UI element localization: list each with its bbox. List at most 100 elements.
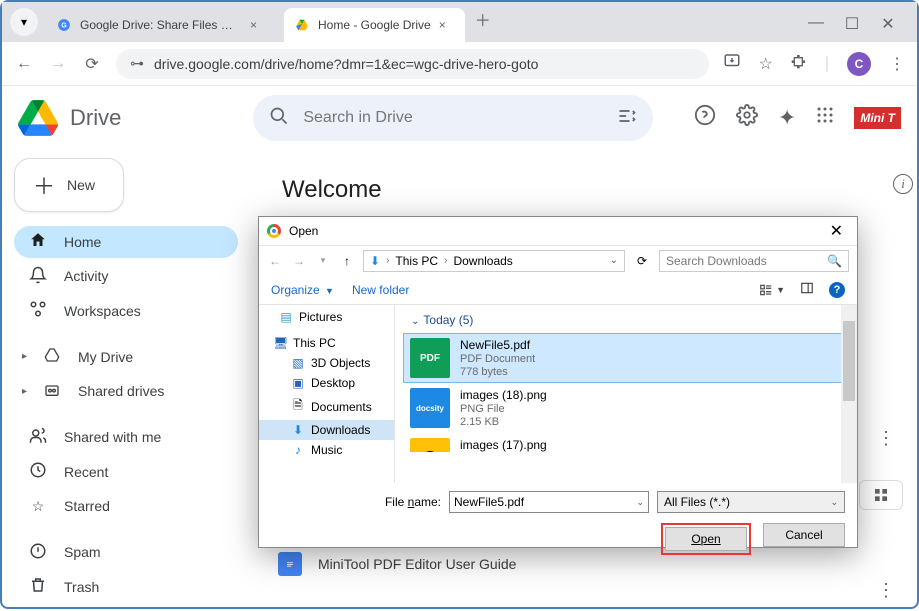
tab-label: Google Drive: Share Files Onlin bbox=[80, 18, 242, 32]
bookmark-icon[interactable]: ☆ bbox=[759, 54, 773, 74]
tab-close-icon[interactable]: × bbox=[439, 18, 455, 32]
sidebar-item-trash[interactable]: Trash bbox=[14, 570, 238, 602]
open-button-highlight: Open bbox=[661, 523, 751, 555]
reload-button[interactable]: ⟳ bbox=[82, 54, 102, 74]
home-icon bbox=[28, 231, 48, 252]
chevron-right-icon: › bbox=[386, 255, 389, 266]
svg-text:G: G bbox=[61, 22, 67, 29]
breadcrumb-dropdown-icon[interactable]: ⌄ bbox=[610, 255, 618, 266]
filename-label: File name: bbox=[385, 495, 441, 509]
site-info-icon[interactable]: ⊶ bbox=[130, 55, 144, 72]
file-name: images (17).png bbox=[460, 438, 547, 452]
more-actions-icon[interactable]: ⋮ bbox=[877, 580, 895, 601]
recent-locations-icon[interactable]: ▾ bbox=[315, 255, 331, 266]
up-icon[interactable]: ↑ bbox=[339, 254, 355, 268]
sidebar-item-activity[interactable]: Activity bbox=[14, 260, 238, 292]
file-group-header[interactable]: ⌄Today (5) bbox=[403, 309, 849, 333]
search-options-icon[interactable] bbox=[617, 106, 637, 131]
view-options-icon[interactable]: ▼ bbox=[758, 283, 785, 297]
dialog-toolbar: Organize ▼ New folder ▼ ? bbox=[259, 275, 857, 305]
tab-close-icon[interactable]: × bbox=[250, 18, 266, 32]
chrome-menu-icon[interactable]: ⋮ bbox=[889, 54, 905, 74]
browser-tab-strip: ▾ G Google Drive: Share Files Onlin × Ho… bbox=[2, 2, 917, 42]
window-maximize-icon[interactable]: ☐ bbox=[843, 14, 861, 34]
breadcrumb[interactable]: ⬇ › This PC › Downloads ⌄ bbox=[363, 250, 625, 272]
tree-item-desktop[interactable]: ▣Desktop bbox=[259, 373, 394, 393]
install-app-icon[interactable] bbox=[723, 52, 741, 75]
grid-view-toggle[interactable] bbox=[859, 480, 903, 510]
tab-search-button[interactable]: ▾ bbox=[10, 8, 38, 36]
back-icon[interactable]: ← bbox=[267, 254, 283, 268]
sidebar-item-workspaces[interactable]: Workspaces bbox=[14, 295, 238, 327]
info-icon[interactable]: i bbox=[893, 174, 913, 194]
downloads-folder-icon: ⬇ bbox=[370, 254, 380, 268]
tree-label: 3D Objects bbox=[311, 356, 370, 370]
dialog-footer: File name: NewFile5.pdf ⌄ All Files (*.*… bbox=[259, 483, 857, 567]
browser-tab-2-active[interactable]: Home - Google Drive × bbox=[284, 8, 465, 42]
filename-dropdown-icon[interactable]: ⌄ bbox=[636, 497, 644, 508]
filename-input[interactable]: NewFile5.pdf ⌄ bbox=[449, 491, 649, 513]
tree-item-documents[interactable]: 🗎Documents bbox=[259, 393, 394, 420]
chevron-right-icon[interactable]: ▸ bbox=[22, 386, 32, 397]
sidebar-item-starred[interactable]: ☆ Starred bbox=[14, 490, 238, 522]
sidebar-label: Trash bbox=[64, 579, 99, 595]
tree-item-this-pc[interactable]: 🖥This PC bbox=[259, 333, 394, 353]
tree-item-pictures[interactable]: ▤Pictures bbox=[259, 307, 394, 327]
refresh-icon[interactable]: ⟳ bbox=[633, 254, 651, 268]
sidebar-item-home[interactable]: Home bbox=[14, 226, 238, 258]
tree-item-music[interactable]: ♪Music bbox=[259, 440, 394, 460]
file-item[interactable]: docsity images (18).png PNG File 2.15 KB bbox=[403, 383, 849, 433]
search-placeholder: Search Downloads bbox=[666, 254, 767, 268]
breadcrumb-segment[interactable]: Downloads bbox=[453, 254, 512, 268]
tree-label: Downloads bbox=[311, 423, 370, 437]
help-icon[interactable] bbox=[694, 104, 716, 132]
search-bar[interactable] bbox=[253, 95, 653, 141]
new-tab-button[interactable]: ＋ bbox=[475, 7, 491, 37]
file-type: PNG File bbox=[460, 403, 547, 415]
address-bar[interactable]: ⊶ drive.google.com/drive/home?dmr=1&ec=w… bbox=[116, 49, 709, 79]
more-actions-icon[interactable]: ⋮ bbox=[877, 428, 895, 449]
workspaces-icon bbox=[28, 300, 48, 321]
sidebar-item-recent[interactable]: Recent bbox=[14, 455, 238, 487]
search-input[interactable] bbox=[303, 109, 603, 127]
sidebar-item-shared-with-me[interactable]: Shared with me bbox=[14, 421, 238, 453]
filter-dropdown-icon[interactable]: ⌄ bbox=[830, 497, 838, 508]
window-minimize-icon[interactable]: — bbox=[807, 14, 825, 34]
forward-button[interactable]: → bbox=[48, 55, 68, 73]
dialog-search-input[interactable]: Search Downloads 🔍 bbox=[659, 250, 849, 272]
file-size: 778 bytes bbox=[460, 366, 535, 378]
gemini-icon[interactable]: ✦ bbox=[778, 105, 796, 131]
file-open-dialog: Open ✕ ← → ▾ ↑ ⬇ › This PC › Downloads ⌄… bbox=[258, 216, 858, 548]
tree-item-downloads-selected[interactable]: ⬇Downloads bbox=[259, 420, 394, 440]
drive-logo-icon[interactable] bbox=[18, 98, 58, 138]
file-item[interactable]: S images (17).png bbox=[403, 433, 849, 453]
file-type-filter[interactable]: All Files (*.*) ⌄ bbox=[657, 491, 845, 513]
dialog-close-button[interactable]: ✕ bbox=[824, 221, 849, 241]
new-button[interactable]: ＋ New bbox=[14, 158, 124, 212]
sidebar-label: Starred bbox=[64, 498, 110, 514]
sidebar-item-my-drive[interactable]: ▸ My Drive bbox=[14, 341, 238, 373]
drive-product-name[interactable]: Drive bbox=[70, 105, 121, 131]
window-close-icon[interactable]: ✕ bbox=[879, 14, 897, 34]
preview-pane-icon[interactable] bbox=[799, 281, 815, 298]
help-icon[interactable]: ? bbox=[829, 282, 845, 298]
forward-icon[interactable]: → bbox=[291, 254, 307, 268]
apps-icon[interactable] bbox=[816, 106, 834, 130]
settings-icon[interactable] bbox=[736, 104, 758, 132]
pdf-thumb-icon: PDF bbox=[410, 338, 450, 378]
open-button[interactable]: Open bbox=[665, 527, 747, 551]
profile-avatar[interactable]: C bbox=[847, 52, 871, 76]
file-item-selected[interactable]: PDF NewFile5.pdf PDF Document 778 bytes bbox=[403, 333, 849, 383]
sidebar-item-spam[interactable]: Spam bbox=[14, 536, 238, 568]
extensions-icon[interactable] bbox=[791, 53, 807, 74]
tree-item-3d-objects[interactable]: ▧3D Objects bbox=[259, 353, 394, 373]
vertical-scrollbar[interactable] bbox=[841, 305, 857, 483]
sidebar-item-shared-drives[interactable]: ▸ Shared drives bbox=[14, 375, 238, 407]
new-folder-button[interactable]: New folder bbox=[352, 283, 409, 297]
organize-menu[interactable]: Organize ▼ bbox=[271, 283, 334, 297]
browser-tab-1[interactable]: G Google Drive: Share Files Onlin × bbox=[46, 8, 276, 42]
cancel-button[interactable]: Cancel bbox=[763, 523, 845, 547]
breadcrumb-segment[interactable]: This PC bbox=[395, 254, 438, 268]
chevron-right-icon[interactable]: ▸ bbox=[22, 351, 32, 362]
back-button[interactable]: ← bbox=[14, 55, 34, 73]
